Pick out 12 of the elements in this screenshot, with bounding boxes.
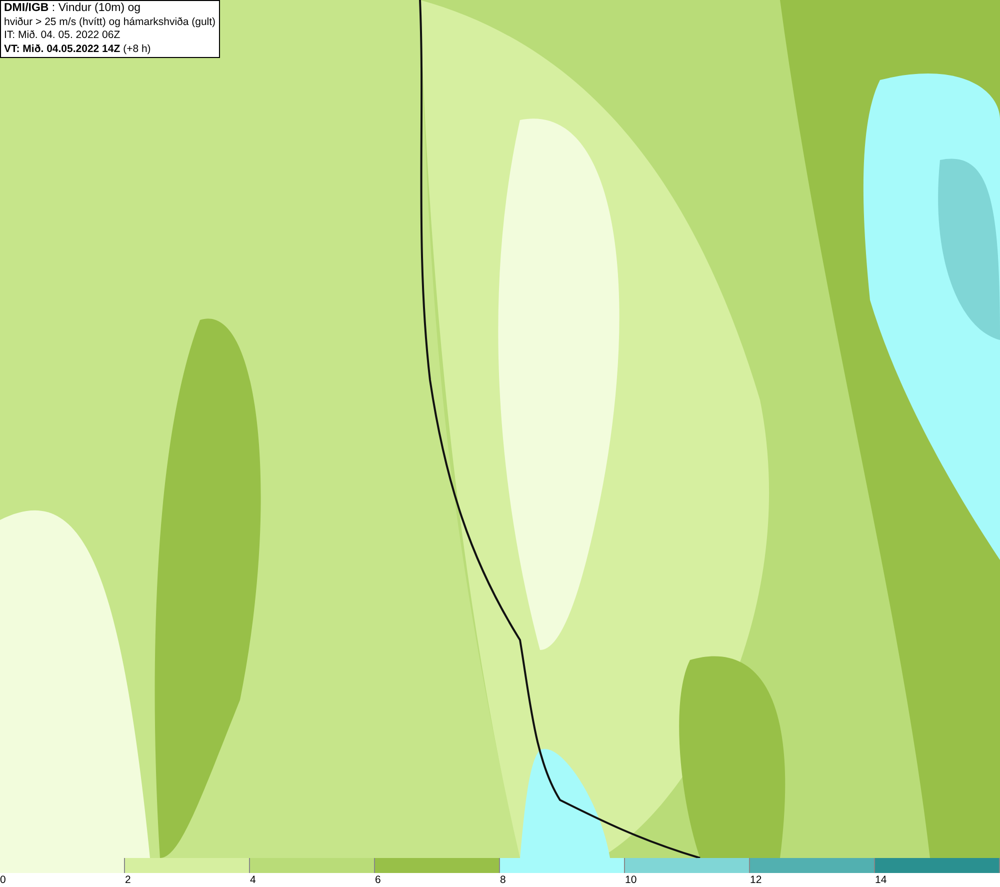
scale-tick-label: 10 xyxy=(625,873,637,887)
scale-tick-label: 8 xyxy=(500,873,506,887)
scale-tick-label: 2 xyxy=(125,873,131,887)
info-text: VT: Mið. 04.05.2022 14Z (+8 h) xyxy=(4,42,152,56)
info-text: hviður > 25 m/s (hvítt) og hámarkshviða (gult) xyxy=(4,16,216,29)
scale-tick-label: 12 xyxy=(750,873,762,887)
scale-tick-label: 14 xyxy=(875,873,887,887)
scale-tick-label: 4 xyxy=(250,873,256,887)
scale-tick-label: 6 xyxy=(375,873,381,887)
scale-tick-label: 0 xyxy=(0,873,6,887)
info-text: IT: Mið. 04. 05. 2022 06Z xyxy=(4,29,122,42)
info-text: DMI/IGB : Vindur (10m) og xyxy=(4,2,142,16)
